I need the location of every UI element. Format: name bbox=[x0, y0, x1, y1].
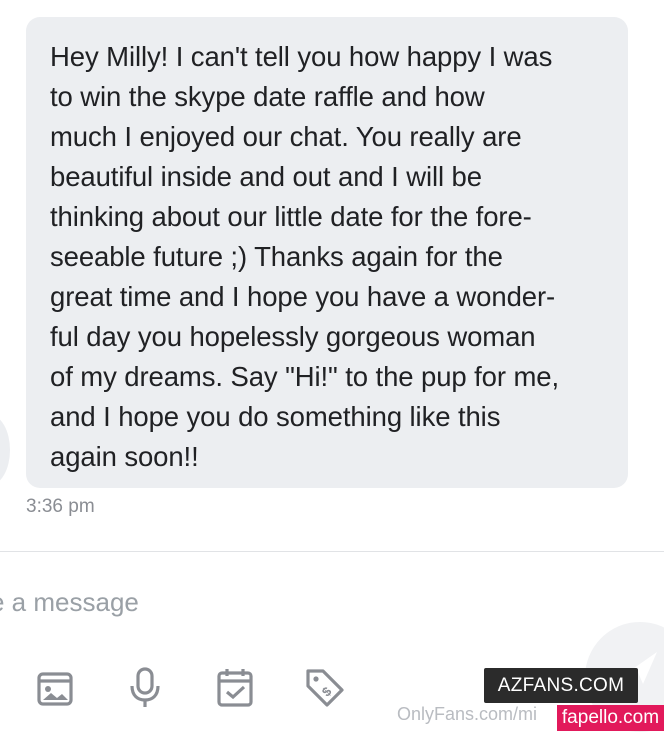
message-text: Hey Milly! I can't tell you how happy I … bbox=[50, 41, 559, 472]
price-tag-icon: $ bbox=[306, 669, 344, 707]
watermark-fapello: fapello.com bbox=[557, 705, 664, 731]
microphone-icon bbox=[130, 667, 160, 707]
message-timestamp: 3:36 pm bbox=[26, 496, 95, 517]
media-button[interactable] bbox=[33, 666, 77, 710]
price-button[interactable]: $ bbox=[303, 666, 347, 710]
watermark-azfans: AZFANS.COM bbox=[484, 668, 638, 703]
message-input[interactable] bbox=[0, 582, 550, 622]
message-bubble[interactable]: Hey Milly! I can't tell you how happy I … bbox=[26, 17, 628, 488]
voice-button[interactable] bbox=[123, 666, 167, 710]
divider bbox=[0, 551, 664, 552]
media-icon bbox=[37, 672, 73, 706]
calendar-check-icon bbox=[217, 669, 253, 707]
schedule-button[interactable] bbox=[213, 666, 257, 710]
avatar[interactable] bbox=[0, 415, 10, 485]
watermark-onlyfans: OnlyFans.com/mi bbox=[397, 704, 538, 724]
